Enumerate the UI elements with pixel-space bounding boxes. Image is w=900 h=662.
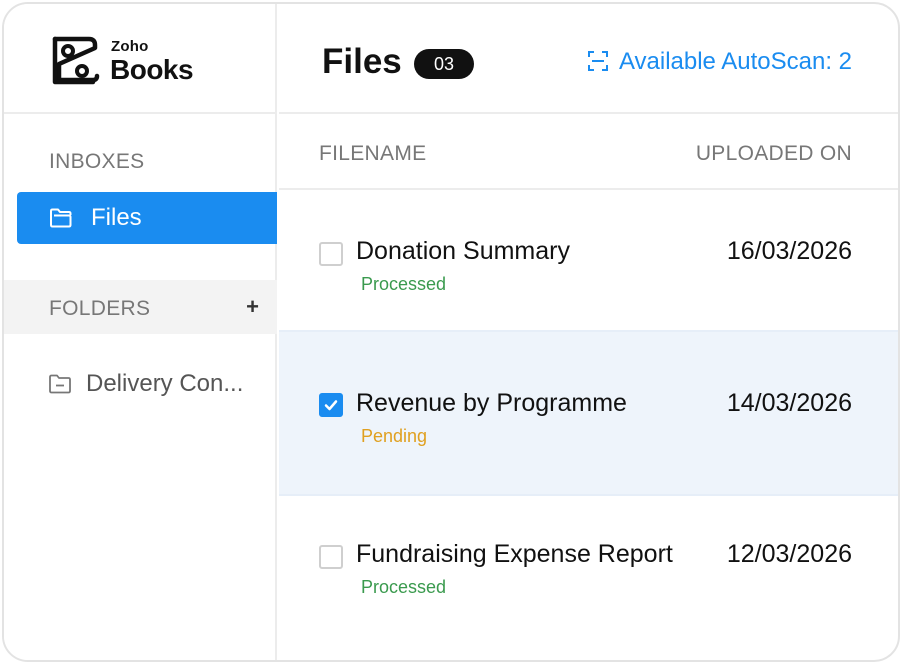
row-checkbox[interactable] bbox=[319, 393, 343, 417]
folders-section: FOLDERS + bbox=[4, 280, 277, 334]
autoscan-link[interactable]: Available AutoScan: 2 bbox=[587, 48, 852, 76]
upload-date: 16/03/2026 bbox=[726, 237, 852, 265]
status-badge: Processed bbox=[361, 577, 447, 597]
sidebar-item-files[interactable]: Files bbox=[17, 192, 277, 244]
column-header-uploaded-on[interactable]: UPLOADED ON bbox=[696, 142, 852, 166]
file-name[interactable]: Donation Summary bbox=[356, 237, 570, 266]
folder-icon bbox=[49, 374, 71, 394]
upload-date: 12/03/2026 bbox=[726, 540, 852, 568]
app-window: Zoho Books INBOXES Files FOLDERS + Deliv… bbox=[2, 2, 900, 662]
main-panel: Files 03 Available AutoScan: 2 FILENAME … bbox=[279, 4, 898, 660]
upload-date: 14/03/2026 bbox=[726, 389, 852, 417]
main-header: Files 03 Available AutoScan: 2 bbox=[279, 4, 898, 114]
file-name[interactable]: Revenue by Programme bbox=[356, 389, 627, 418]
inboxes-label: INBOXES bbox=[49, 150, 145, 173]
table-header: FILENAME UPLOADED ON bbox=[279, 114, 898, 190]
add-folder-button[interactable]: + bbox=[246, 294, 259, 320]
sidebar: Zoho Books INBOXES Files FOLDERS + Deliv… bbox=[4, 4, 277, 660]
autoscan-label: Available AutoScan: 2 bbox=[618, 48, 852, 75]
scan-icon bbox=[587, 51, 608, 71]
zoho-books-logo-icon bbox=[52, 36, 100, 85]
logo-text-zoho: Zoho bbox=[111, 38, 149, 55]
column-header-filename[interactable]: FILENAME bbox=[319, 142, 426, 166]
folders-label: FOLDERS bbox=[49, 297, 151, 320]
logo-text-books: Books bbox=[110, 54, 194, 85]
sidebar-folder-label: Delivery Con... bbox=[86, 370, 244, 397]
table-row[interactable]: Revenue by Programme Pending 14/03/2026 bbox=[279, 332, 898, 496]
status-badge: Pending bbox=[361, 426, 428, 446]
row-checkbox[interactable] bbox=[319, 545, 343, 569]
sidebar-folder-delivery[interactable]: Delivery Con... bbox=[48, 368, 268, 398]
file-name[interactable]: Fundraising Expense Report bbox=[356, 540, 673, 569]
table-row[interactable]: Fundraising Expense Report Processed 12/… bbox=[279, 496, 898, 660]
sidebar-item-label: Files bbox=[91, 204, 142, 231]
status-badge: Processed bbox=[361, 274, 447, 294]
page-title: Files bbox=[322, 42, 402, 81]
checkmark-icon bbox=[324, 400, 338, 411]
logo: Zoho Books bbox=[4, 4, 277, 114]
table-row[interactable]: Donation Summary Processed 16/03/2026 bbox=[279, 190, 898, 332]
row-checkbox[interactable] bbox=[319, 242, 343, 266]
file-count-badge: 03 bbox=[414, 49, 474, 79]
folder-open-icon bbox=[50, 208, 72, 228]
